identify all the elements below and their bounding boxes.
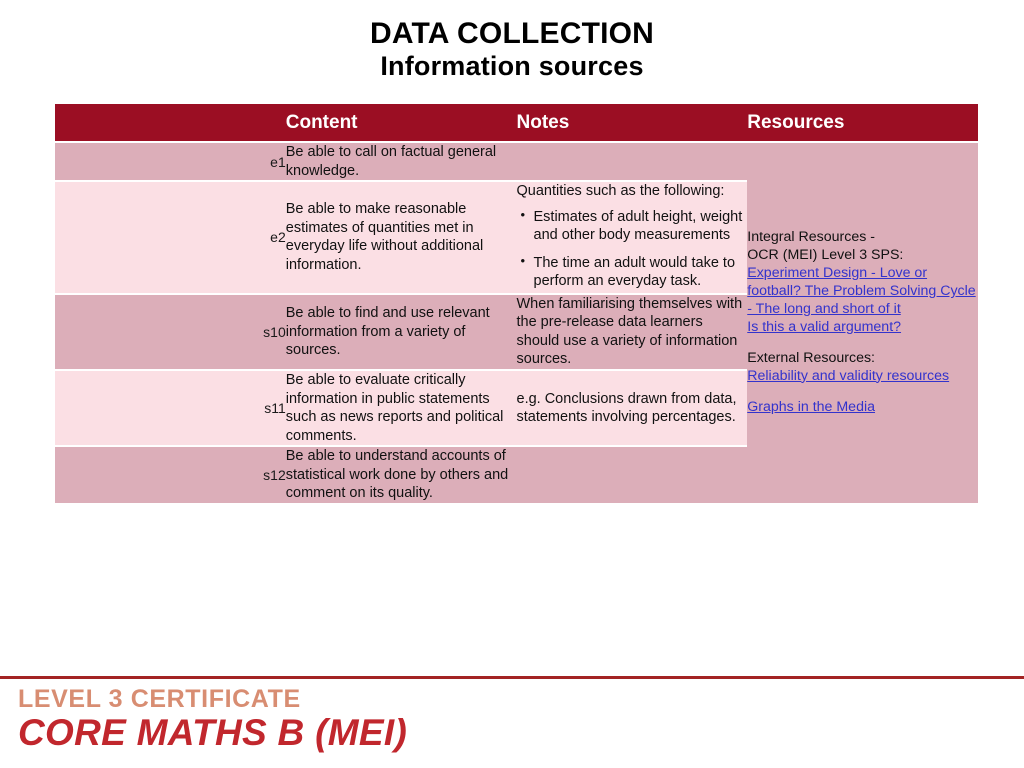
row-notes <box>516 141 748 181</box>
resource-link-valid-argument[interactable]: Is this a valid argument? <box>747 319 978 337</box>
table-header-row: Content Notes Resources <box>55 104 978 141</box>
row-code: e1 <box>55 141 286 181</box>
resource-link-reliability-validity[interactable]: Reliability and validity resources <box>747 368 978 386</box>
resources-spacer-2 <box>747 386 978 399</box>
slide-title-block: DATA COLLECTION Information sources <box>0 16 1024 83</box>
notes-bullet-list: Estimates of adult height, weight and ot… <box>517 207 748 291</box>
logo-line-course: CORE MATHS B (MEI) <box>18 712 408 754</box>
resources-spacer-1 <box>747 337 978 350</box>
row-code: s11 <box>55 369 286 446</box>
column-header-notes: Notes <box>516 104 748 141</box>
row-content: Be able to evaluate critically informati… <box>285 369 517 446</box>
column-header-content: Content <box>285 104 517 141</box>
row-code: s12 <box>55 445 286 503</box>
table-row: e1 Be able to call on factual general kn… <box>55 141 978 503</box>
row-content: Be able to call on factual general knowl… <box>285 141 517 181</box>
integral-resources-heading-line2: OCR (MEI) Level 3 SPS: <box>747 247 904 264</box>
logo-line-level: LEVEL 3 CERTIFICATE <box>18 685 301 713</box>
row-notes: e.g. Conclusions drawn from data, statem… <box>516 369 748 446</box>
notes-bullet-item: The time an adult would take to perform … <box>521 253 748 291</box>
row-code: s10 <box>55 292 286 370</box>
resource-link-experiment-design[interactable]: Experiment Design - Love or football? Th… <box>747 265 978 319</box>
row-notes: Quantities such as the following: Estima… <box>516 180 748 293</box>
footer-divider <box>0 676 1024 679</box>
notes-intro: Quantities such as the following: <box>516 183 725 200</box>
slide-title-subtitle: Information sources <box>380 51 644 82</box>
row-notes: When familiarising themselves with the p… <box>516 292 748 370</box>
column-header-code <box>55 104 286 141</box>
notes-bullet-item: Estimates of adult height, weight and ot… <box>521 207 748 245</box>
row-content: Be able to find and use relevant informa… <box>285 292 517 370</box>
external-resources-heading: External Resources: <box>747 349 875 366</box>
resource-link-graphs-in-the-media[interactable]: Graphs in the Media <box>747 399 978 417</box>
column-header-resources: Resources <box>747 104 978 141</box>
row-content: Be able to understand accounts of statis… <box>285 445 517 503</box>
row-notes <box>516 445 748 503</box>
slide-title-main: DATA COLLECTION <box>369 17 655 50</box>
resources-cell: Integral Resources - OCR (MEI) Level 3 S… <box>747 141 978 503</box>
row-code: e2 <box>55 180 286 293</box>
specification-table: Content Notes Resources e1 Be able to ca… <box>55 104 978 503</box>
qualification-logo: LEVEL 3 CERTIFICATE CORE MATHS B (MEI) <box>18 686 407 753</box>
row-content: Be able to make reasonable estimates of … <box>285 180 517 293</box>
integral-resources-heading-line1: Integral Resources - <box>747 229 875 246</box>
